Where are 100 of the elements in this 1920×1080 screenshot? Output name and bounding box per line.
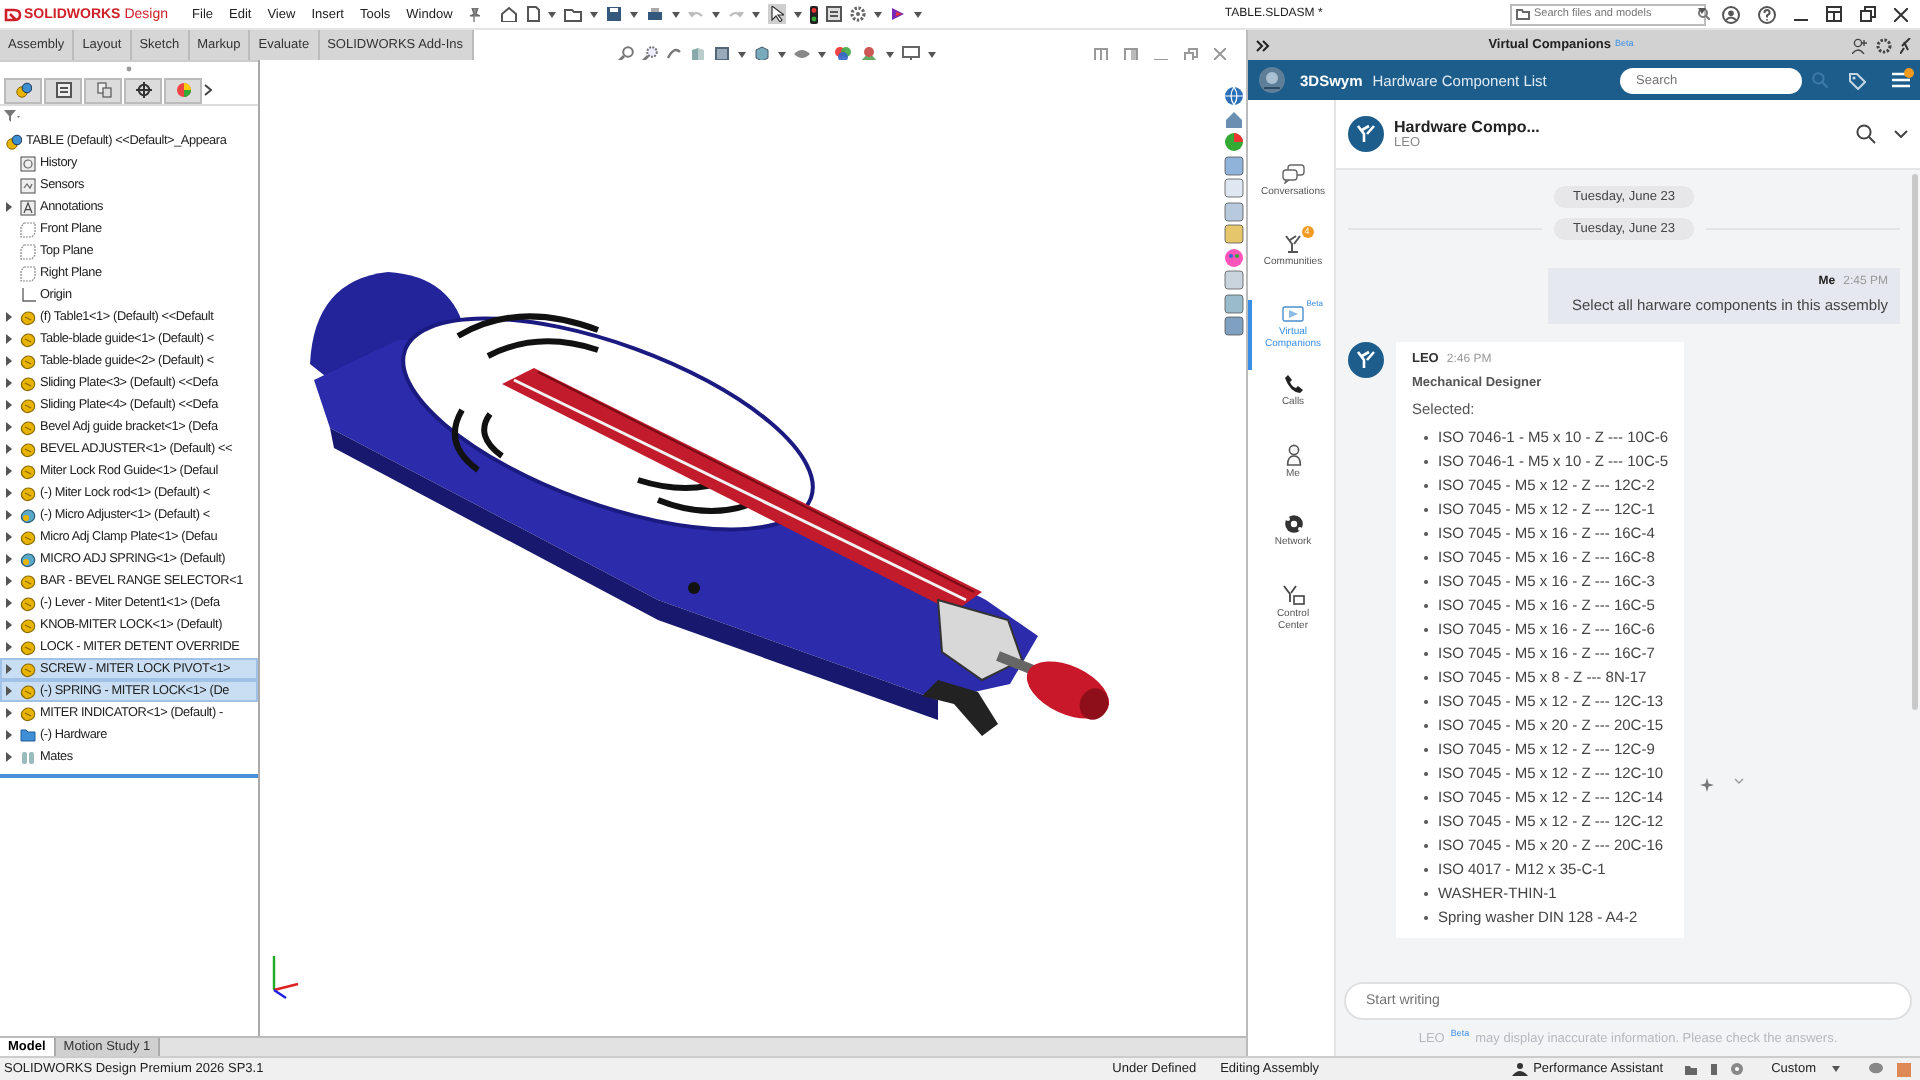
pin-icon[interactable] bbox=[468, 7, 481, 21]
panel-view-icon[interactable] bbox=[1124, 47, 1138, 61]
chart-icon[interactable] bbox=[1223, 132, 1243, 152]
phone-icon bbox=[1283, 374, 1303, 394]
battery-icon[interactable] bbox=[1709, 1062, 1718, 1076]
tag-icon[interactable] bbox=[1848, 71, 1866, 89]
expand-arrow-icon[interactable] bbox=[5, 488, 11, 498]
expand-arrow-icon[interactable] bbox=[5, 576, 11, 586]
caret-icon[interactable] bbox=[1698, 8, 1706, 14]
palette-icon[interactable] bbox=[1223, 247, 1243, 267]
traffic-light-icon[interactable] bbox=[810, 5, 819, 23]
expand-arrow-icon[interactable] bbox=[5, 532, 11, 542]
add-user-icon[interactable] bbox=[1852, 37, 1868, 53]
hide-show-icon[interactable] bbox=[793, 46, 809, 62]
restore-icon[interactable] bbox=[1860, 6, 1876, 22]
feature-manager-tab[interactable] bbox=[4, 77, 42, 103]
caret-icon[interactable] bbox=[548, 11, 557, 17]
view-orientation-icon[interactable] bbox=[713, 46, 729, 62]
expand-arrow-icon[interactable] bbox=[5, 202, 11, 212]
zoom-area-icon[interactable] bbox=[641, 46, 657, 62]
play-arrow-icon[interactable] bbox=[890, 6, 907, 22]
expand-arrow-icon[interactable] bbox=[5, 356, 11, 366]
double-chevron-icon[interactable] bbox=[1256, 39, 1270, 51]
expand-arrow-icon[interactable] bbox=[5, 642, 11, 652]
mates-icon bbox=[20, 749, 36, 765]
expand-arrow-icon[interactable] bbox=[5, 620, 11, 630]
companion-logo-icon bbox=[1354, 122, 1378, 146]
search-icon[interactable] bbox=[1856, 124, 1876, 144]
person-icon bbox=[1285, 444, 1301, 466]
zoom-to-fit-icon[interactable] bbox=[617, 46, 633, 62]
home-icon[interactable] bbox=[1223, 109, 1243, 129]
new-document-icon[interactable] bbox=[526, 6, 541, 22]
expand-arrow-icon[interactable] bbox=[5, 664, 11, 674]
control-center-icon bbox=[1281, 584, 1305, 606]
sensors-icon bbox=[20, 177, 36, 193]
save-icon[interactable] bbox=[606, 6, 623, 22]
assembly-icon bbox=[15, 82, 31, 98]
caret-icon[interactable] bbox=[914, 11, 923, 17]
expand-arrow-icon[interactable] bbox=[5, 708, 11, 718]
expand-arrow-icon[interactable] bbox=[5, 730, 11, 740]
caret-icon[interactable] bbox=[794, 11, 803, 17]
caret-icon[interactable] bbox=[1832, 1066, 1840, 1072]
sparkle-icon[interactable] bbox=[1700, 778, 1715, 792]
caret-icon[interactable] bbox=[590, 11, 599, 17]
chat-icon[interactable] bbox=[1868, 1062, 1884, 1076]
caret-icon[interactable] bbox=[874, 11, 883, 17]
caret-icon[interactable] bbox=[712, 11, 721, 17]
home-icon[interactable] bbox=[500, 6, 519, 22]
expand-arrow-icon[interactable] bbox=[5, 466, 11, 476]
part-icon bbox=[20, 485, 36, 501]
notification-dot bbox=[1904, 68, 1914, 78]
people-icon bbox=[1281, 234, 1305, 254]
gear-icon[interactable] bbox=[1729, 1062, 1744, 1076]
gear-icon[interactable] bbox=[850, 6, 867, 22]
expand-arrow-icon[interactable] bbox=[5, 334, 11, 344]
expand-arrow-icon[interactable] bbox=[5, 444, 11, 454]
pin-icon[interactable] bbox=[1900, 37, 1912, 53]
conversation-title: Hardware Compo... bbox=[1394, 118, 1540, 136]
help-icon[interactable] bbox=[1758, 5, 1776, 23]
grip-icon[interactable] bbox=[126, 66, 132, 72]
dimension-tab[interactable] bbox=[124, 77, 162, 103]
expand-arrow-icon[interactable] bbox=[5, 510, 11, 520]
tile-icon[interactable] bbox=[1826, 6, 1842, 22]
part-icon bbox=[20, 375, 36, 391]
history-icon bbox=[20, 155, 36, 171]
caret-icon[interactable] bbox=[630, 11, 639, 17]
part-icon bbox=[20, 397, 36, 413]
display-tab[interactable] bbox=[164, 77, 202, 103]
menu-icon[interactable] bbox=[1892, 72, 1910, 88]
crosshair-icon bbox=[135, 82, 151, 98]
expand-arrow-icon[interactable] bbox=[5, 312, 11, 322]
chat-bubbles-icon bbox=[1281, 164, 1305, 184]
chevron-right-icon[interactable] bbox=[204, 84, 212, 96]
print-icon[interactable] bbox=[646, 6, 665, 22]
filter-icon[interactable] bbox=[4, 110, 20, 122]
expand-arrow-icon[interactable] bbox=[5, 598, 11, 608]
cursor-arrow-icon bbox=[770, 6, 785, 22]
expand-arrow-icon[interactable] bbox=[5, 400, 11, 410]
scrollbar[interactable] bbox=[1912, 174, 1918, 710]
annotations-icon bbox=[20, 199, 36, 215]
open-folder-icon[interactable] bbox=[564, 6, 583, 22]
chevron-down-icon[interactable] bbox=[1894, 130, 1908, 138]
part-icon bbox=[20, 617, 36, 633]
gear-icon[interactable] bbox=[1876, 37, 1892, 53]
globe-icon[interactable] bbox=[1223, 86, 1243, 106]
expand-arrow-icon[interactable] bbox=[5, 752, 11, 762]
expand-arrow-icon[interactable] bbox=[5, 686, 11, 696]
caret-icon[interactable] bbox=[672, 11, 681, 17]
part-icon bbox=[20, 639, 36, 655]
caret-icon[interactable] bbox=[752, 11, 761, 17]
select-tool-button[interactable] bbox=[768, 4, 787, 24]
expand-arrow-icon[interactable] bbox=[5, 378, 11, 388]
user-icon[interactable] bbox=[1722, 5, 1740, 23]
expand-arrow-icon[interactable] bbox=[5, 422, 11, 432]
expand-arrow-icon[interactable] bbox=[5, 554, 11, 564]
previous-view-icon[interactable] bbox=[665, 46, 681, 62]
close-icon[interactable] bbox=[1894, 7, 1908, 21]
split-view-icon[interactable] bbox=[1094, 47, 1108, 61]
search-icon[interactable] bbox=[1698, 8, 1710, 20]
property-manager-tab[interactable] bbox=[44, 77, 82, 103]
